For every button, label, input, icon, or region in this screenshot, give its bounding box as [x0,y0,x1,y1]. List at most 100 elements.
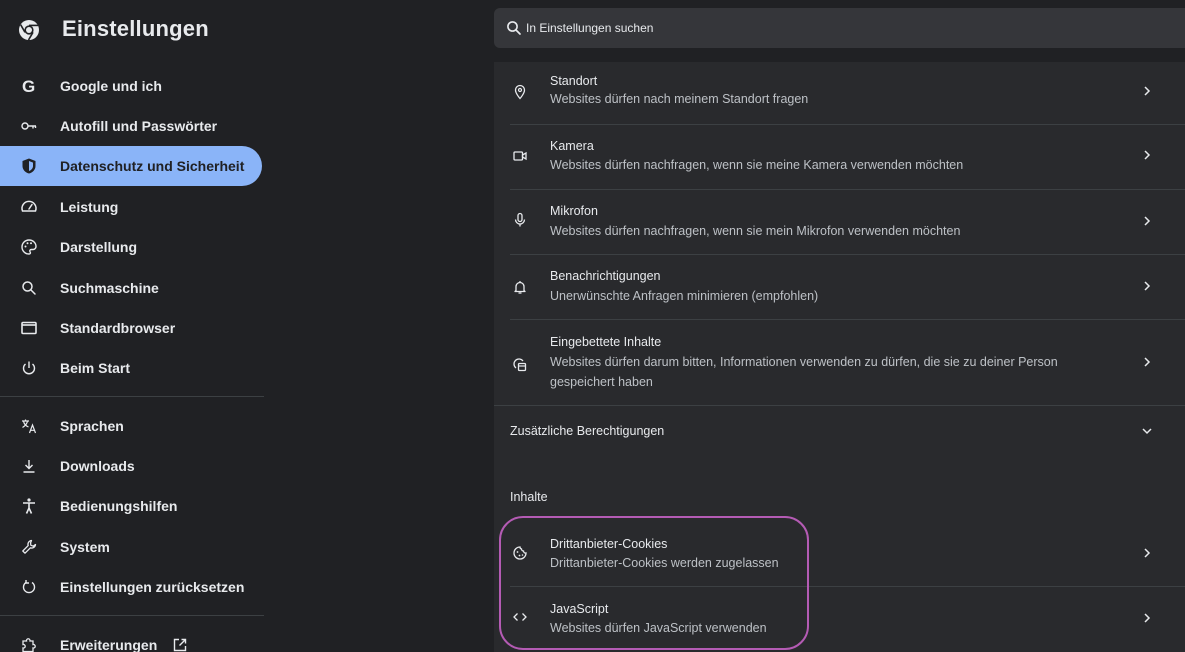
speedometer-icon [20,198,38,216]
row-divider [510,189,1185,190]
chevron-right-icon [1140,214,1154,228]
permission-subtitle: Unerwünschte Anfragen minimieren (empfoh… [550,289,819,303]
chevron-down-icon [1140,424,1154,438]
settings-app: Einstellungen G Google und ich Autofill [0,0,1185,652]
camera-icon [510,146,530,166]
chevron-right-icon [1140,84,1154,98]
microphone-icon [510,210,530,230]
brand: Einstellungen [0,0,480,62]
sidebar-item-downloads[interactable]: Downloads [0,446,262,486]
sidebar-item-label: Bedienungshilfen [60,498,178,514]
wrench-icon [20,538,38,556]
sidebar-item-default-browser[interactable]: Standardbrowser [0,308,262,348]
sidebar-item-accessibility[interactable]: Bedienungshilfen [0,486,262,526]
permission-subtitle: Websites dürfen nachfragen, wenn sie mei… [550,224,961,238]
shield-icon [20,157,38,175]
bell-icon [510,277,530,297]
sidebar-item-performance[interactable]: Leistung [0,187,262,227]
content-row-javascript[interactable]: JavaScript Websites dürfen JavaScript ve… [494,586,1185,652]
sidebar-item-label: Datenschutz und Sicherheit [60,158,245,174]
chrome-logo-icon [18,19,40,41]
search-icon [506,20,522,36]
sidebar-item-google[interactable]: G Google und ich [0,66,262,106]
content-title: Drittanbieter-Cookies [550,537,668,551]
sidebar-item-reset[interactable]: Einstellungen zurücksetzen [0,567,262,607]
additional-permissions-expander[interactable]: Zusätzliche Berechtigungen [494,405,1185,457]
download-icon [20,457,38,475]
sidebar-item-on-startup[interactable]: Beim Start [0,348,262,388]
sidebar-item-label: Sprachen [60,418,124,434]
permission-row-camera[interactable]: Kamera Websites dürfen nachfragen, wenn … [494,124,1185,189]
search-input[interactable] [526,8,1166,48]
sidebar-item-label: Google und ich [60,78,162,94]
embedded-content-icon [510,355,530,375]
sidebar-item-system[interactable]: System [0,527,262,567]
content-title: JavaScript [550,602,609,616]
search-icon [20,279,38,297]
sidebar-item-appearance[interactable]: Darstellung [0,227,262,267]
sidebar-item-label: Standardbrowser [60,320,176,336]
search-bar[interactable] [494,8,1185,48]
svg-text:G: G [22,77,35,95]
sidebar-divider [0,396,264,397]
sidebar-item-label: Autofill und Passwörter [60,118,218,134]
sidebar-item-label: Downloads [60,458,135,474]
sidebar-item-label: Erweiterungen [60,637,158,652]
permission-title: Mikrofon [550,204,598,218]
translate-icon [20,417,38,435]
content-subtitle: Websites dürfen JavaScript verwenden [550,621,767,635]
sidebar-item-label: System [60,539,110,555]
sidebar-item-label: Leistung [60,199,119,215]
header: Einstellungen [0,0,1185,62]
key-icon [20,117,38,135]
power-icon [20,359,38,377]
chevron-right-icon [1140,611,1154,625]
cookie-icon [510,543,530,563]
sidebar-item-autofill[interactable]: Autofill und Passwörter [0,106,262,146]
content-subtitle: Drittanbieter-Cookies werden zugelassen [550,556,779,570]
sidebar-item-languages[interactable]: Sprachen [0,406,262,446]
permission-row-embedded-content[interactable]: Eingebettete Inhalte Websites dürfen dar… [494,319,1185,405]
sidebar-item-search-engine[interactable]: Suchmaschine [0,268,262,308]
page-title: Einstellungen [62,16,209,41]
row-divider [494,405,1185,406]
permission-subtitle: Websites dürfen nachfragen, wenn sie mei… [550,158,964,172]
permission-title: Benachrichtigungen [550,269,661,283]
permission-title: Eingebettete Inhalte [550,335,662,349]
content-section-heading: Inhalte [510,490,548,504]
sidebar-item-label: Einstellungen zurücksetzen [60,579,245,595]
permission-row-microphone[interactable]: Mikrofon Websites dürfen nachfragen, wen… [494,189,1185,254]
sidebar-item-label: Darstellung [60,239,138,255]
chevron-right-icon [1140,546,1154,560]
permission-row-location[interactable]: Standort Websites dürfen nach meinem Sta… [494,62,1185,124]
permission-title: Kamera [550,139,594,153]
content-row-third-party-cookies[interactable]: Drittanbieter-Cookies Drittanbieter-Cook… [494,522,1185,586]
browser-window-icon [20,319,38,337]
google-g-icon: G [20,77,38,95]
row-divider [510,586,1185,587]
sidebar-divider [0,615,264,616]
chevron-right-icon [1140,279,1154,293]
row-divider [510,319,1185,320]
sidebar-item-label: Suchmaschine [60,280,159,296]
sidebar-item-extensions[interactable]: Erweiterungen [0,625,262,652]
row-divider [510,124,1185,125]
code-brackets-icon [510,607,530,627]
palette-icon [20,238,38,256]
sidebar-item-label: Beim Start [60,360,131,376]
permission-title: Standort [550,74,598,88]
chevron-right-icon [1140,355,1154,369]
row-divider [510,254,1185,255]
chevron-right-icon [1140,148,1154,162]
sidebar-item-privacy[interactable]: Datenschutz und Sicherheit [0,146,262,186]
open-in-new-icon [172,637,188,652]
additional-permissions-label: Zusätzliche Berechtigungen [510,424,665,438]
permission-subtitle: Websites dürfen nach meinem Standort fra… [550,92,809,106]
permission-row-notifications[interactable]: Benachrichtigungen Unerwünschte Anfragen… [494,254,1185,319]
permissions-panel: Standort Websites dürfen nach meinem Sta… [494,62,1185,652]
accessibility-icon [20,497,38,515]
permission-subtitle: Websites dürfen darum bitten, Informatio… [550,355,1058,389]
reset-icon [20,578,38,596]
location-pin-icon [510,82,530,102]
puzzle-icon [20,636,38,652]
